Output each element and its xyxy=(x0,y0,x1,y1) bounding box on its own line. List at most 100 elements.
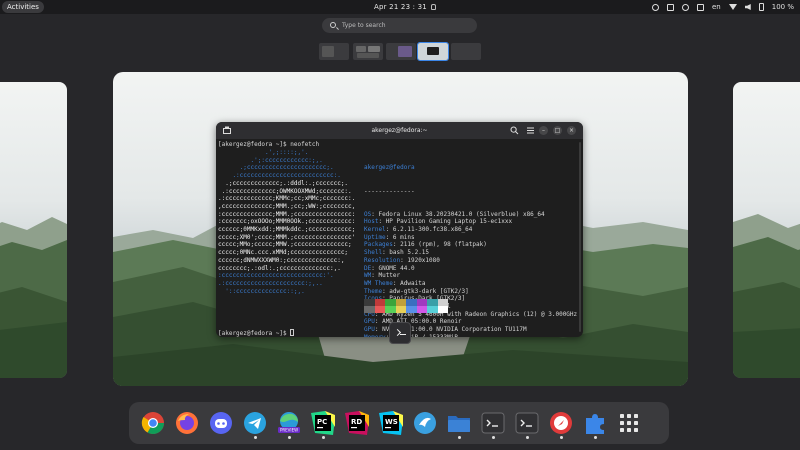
app-tray-icon[interactable] xyxy=(697,3,704,11)
workspace-thumb-3[interactable] xyxy=(386,43,416,60)
ascii-line: .:ccccccccccccc;KMMc;cc;xMMc;ccccccc:. xyxy=(218,195,356,203)
terminal-window[interactable]: akergez@fedora:~ – □ × [akergez@fedora ~… xyxy=(216,122,583,337)
webstorm-icon[interactable]: WS xyxy=(379,411,403,435)
svg-text:PREVIEW: PREVIEW xyxy=(280,428,298,433)
info-value: HP Pavilion Gaming Laptop 15-ec1xxx xyxy=(385,218,513,226)
svg-text:RD: RD xyxy=(351,418,362,426)
battery-icon[interactable] xyxy=(758,3,764,11)
edge-preview-icon[interactable]: PREVIEW xyxy=(277,411,301,435)
extensions-icon[interactable] xyxy=(583,411,607,435)
workspace-thumb-2[interactable] xyxy=(353,43,383,60)
search-icon[interactable] xyxy=(510,126,519,135)
prompt-command: [akergez@fedora ~]$ neofetch xyxy=(218,141,320,148)
battery-percent[interactable]: 100 % xyxy=(772,3,794,11)
info-line: Shell: bash 5.2.15 xyxy=(364,249,430,257)
hamburger-menu-icon[interactable] xyxy=(526,126,535,135)
workspace-preview-right[interactable] xyxy=(733,82,800,378)
terminal-headerbar[interactable]: akergez@fedora:~ – □ × xyxy=(216,122,583,139)
running-indicator xyxy=(254,436,257,439)
close-button[interactable]: × xyxy=(567,126,576,135)
running-indicator xyxy=(492,436,495,439)
info-key: Packages xyxy=(364,241,393,249)
info-value: bash 5.2.15 xyxy=(389,249,430,257)
workspace-thumb-1[interactable] xyxy=(319,43,349,60)
pycharm-icon[interactable]: PC xyxy=(311,411,335,435)
info-line: Theme: adw-gtk3-dark [GTK2/3] xyxy=(364,287,469,295)
info-key: Resolution xyxy=(364,256,401,264)
info-value: 6.2.11-300.fc38.x86_64 xyxy=(392,226,473,234)
ascii-line: ccccc;MMo;ccccc;MMW.;ccccccccccccccc; xyxy=(218,241,352,249)
info-line: Host: HP Pavilion Gaming Laptop 15-ec1xx… xyxy=(364,218,513,226)
maximize-button[interactable]: □ xyxy=(553,126,562,135)
info-line: Packages: 2116 (rpm), 98 (flatpak) xyxy=(364,241,487,249)
color-swatch xyxy=(374,299,385,306)
info-key: Kernel xyxy=(364,226,386,234)
scrollbar[interactable] xyxy=(579,142,581,332)
search-entry[interactable]: Type to search xyxy=(322,18,477,33)
ascii-line: .:cccccccccccccccccccccc:;,.. xyxy=(218,279,323,287)
info-line: Uptime: 6 mins xyxy=(364,233,415,241)
terminal-window-app-icon xyxy=(389,322,411,344)
workspace-preview-left[interactable] xyxy=(0,82,67,378)
language-indicator[interactable]: en xyxy=(712,3,721,11)
minimize-icon: – xyxy=(542,127,545,134)
color-swatch xyxy=(385,299,396,306)
discord-icon[interactable] xyxy=(209,411,233,435)
chrome-icon[interactable] xyxy=(141,411,165,435)
ascii-line: .';:cccccccccccc:;,. xyxy=(218,156,323,164)
terminal-icon[interactable] xyxy=(481,411,505,435)
volume-icon[interactable] xyxy=(744,4,751,10)
todo-icon[interactable] xyxy=(549,411,573,435)
svg-text:PC: PC xyxy=(317,418,327,426)
color-swatch xyxy=(374,306,385,313)
prompt-current[interactable]: [akergez@fedora ~]$ xyxy=(218,329,295,337)
firefox-icon[interactable] xyxy=(175,411,199,435)
info-key: Shell xyxy=(364,249,383,257)
wifi-icon[interactable] xyxy=(728,4,737,10)
activities-button[interactable]: Activities xyxy=(2,1,44,13)
ascii-line: cccccc;0MMKxdd:;MMMkddc.;cccccccccccc; xyxy=(218,226,356,234)
search-icon xyxy=(330,22,336,28)
ascii-line: cccccccc;.:odl:.;cccccccccccccc:,. xyxy=(218,264,341,272)
ascii-line: .:cccccccccccccccccccccccccc:. xyxy=(218,172,341,180)
update-icon[interactable] xyxy=(652,3,659,11)
workspace-thumb-5[interactable] xyxy=(451,43,481,60)
color-swatch xyxy=(364,306,375,313)
running-indicator xyxy=(594,436,597,439)
maximize-icon: □ xyxy=(554,127,561,134)
info-value: Fedora Linux 38.20230421.0 (Silverblue) … xyxy=(378,210,545,218)
telegram-icon[interactable] xyxy=(243,411,267,435)
cursor xyxy=(290,329,295,336)
info-value: Adwaita xyxy=(400,279,426,287)
system-tray[interactable]: en 100 % xyxy=(652,0,794,14)
files-icon[interactable] xyxy=(447,411,471,435)
ascii-line: .;ccccccccccccc;.:dddl:.;ccccccc;. xyxy=(218,179,349,187)
info-value: adw-gtk3-dark [GTK2/3] xyxy=(389,287,469,295)
rider-icon[interactable]: RD xyxy=(345,411,369,435)
info-line: OS: Fedora Linux 38.20230421.0 (Silverbl… xyxy=(364,210,545,218)
terminal2-icon[interactable] xyxy=(515,411,539,435)
clock[interactable]: Apr 21 23 : 31 xyxy=(360,0,450,14)
info-key: Theme xyxy=(364,287,383,295)
telegram-tray-icon[interactable] xyxy=(682,3,689,11)
search-placeholder: Type to search xyxy=(342,22,386,29)
separator: -------------- xyxy=(364,187,415,195)
info-line: Kernel: 6.2.11-300.fc38.x86_64 xyxy=(364,226,473,234)
ascii-line: ccccc;0MNc.ccc.xMMd;ccccccccccccccc; xyxy=(218,249,349,257)
color-swatch xyxy=(427,299,438,306)
fluent-reader-icon[interactable] xyxy=(413,411,437,435)
color-swatch xyxy=(385,306,396,313)
info-line: DE: GNOME 44.0 xyxy=(364,264,415,272)
pocket-icon[interactable] xyxy=(667,3,674,11)
minimize-button[interactable]: – xyxy=(539,126,548,135)
gnome-overview: Activities Apr 21 23 : 31 en 100 % Type … xyxy=(0,0,800,450)
app-grid-icon[interactable] xyxy=(617,411,641,435)
info-value: GNOME 44.0 xyxy=(378,264,415,272)
svg-text:WS: WS xyxy=(385,418,398,426)
mountain-wallpaper-left xyxy=(0,217,67,378)
color-swatch xyxy=(406,306,417,313)
color-swatch xyxy=(427,306,438,313)
workspace-thumb-4-active[interactable] xyxy=(417,42,449,61)
info-value: 2116 (rpm), 98 (flatpak) xyxy=(400,241,487,249)
terminal-body[interactable]: [akergez@fedora ~]$ neofetch .',;::::;,'… xyxy=(218,141,578,337)
